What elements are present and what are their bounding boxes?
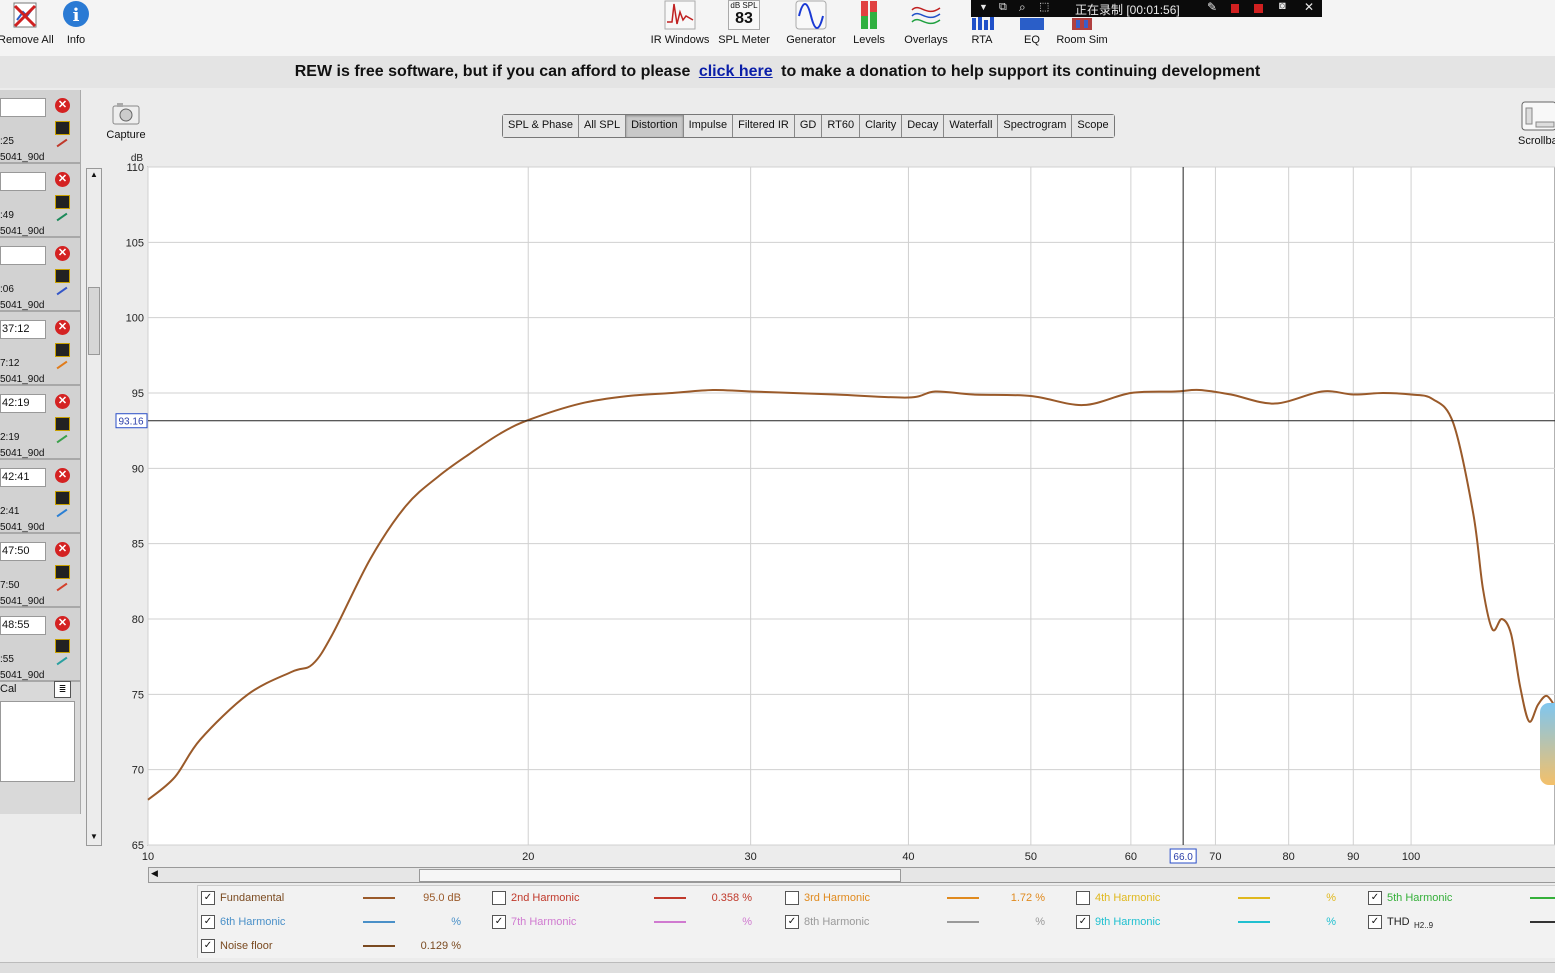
legend-checkbox[interactable]: ✓: [1368, 915, 1382, 929]
legend-name: 3rd Harmonic: [804, 892, 871, 904]
legend-checkbox[interactable]: [785, 891, 799, 905]
legend-item[interactable]: ✓ Noise floor 0.129 %: [201, 936, 486, 956]
legend-checkbox[interactable]: [1076, 891, 1090, 905]
floating-side-widget[interactable]: [1540, 703, 1555, 785]
cursor-y-readout: 93.16: [118, 417, 143, 428]
y-tick-label: 85: [132, 539, 144, 551]
cursor-x-readout: 66.0: [1173, 852, 1193, 863]
legend-value: 1.72 %: [1010, 892, 1045, 904]
y-tick-label: 105: [126, 237, 144, 249]
legend-checkbox[interactable]: ✓: [1368, 891, 1382, 905]
legend-item[interactable]: 2nd Harmonic 0.358 %: [492, 888, 777, 908]
y-tick-label: 100: [126, 313, 144, 325]
legend-value: 0.129 %: [420, 940, 461, 952]
legend-item[interactable]: ✓ 8th Harmonic%: [785, 912, 1070, 932]
plot-area[interactable]: [147, 166, 1555, 846]
graph-horizontal-scrollbar[interactable]: ◀: [148, 867, 1555, 883]
legend-value: %: [1326, 892, 1336, 904]
legend-item[interactable]: ✓ 5th Harmonic: [1368, 888, 1555, 908]
x-tick-label: 90: [1347, 851, 1359, 863]
legend-value: %: [742, 916, 752, 928]
legend-item[interactable]: ✓ 9th Harmonic%: [1076, 912, 1361, 932]
y-tick-label: 110: [126, 162, 144, 174]
x-axis: 10 20 30 40 50 60 70 80 90 100: [142, 851, 1420, 863]
legend-name: Fundamental: [220, 892, 285, 904]
legend-name: THD: [1387, 916, 1410, 928]
scroll-left-icon[interactable]: ◀: [151, 868, 158, 879]
y-tick-label: 90: [132, 463, 144, 475]
x-tick-label: 10: [142, 851, 154, 863]
x-tick-label: 50: [1025, 851, 1037, 863]
legend-subscript: H2..9: [1414, 921, 1434, 930]
legend-line-swatch[interactable]: [1530, 921, 1555, 923]
y-tick-label: 80: [132, 614, 144, 626]
legend-value: %: [451, 916, 461, 928]
legend-checkbox[interactable]: [492, 891, 506, 905]
x-tick-label: 30: [745, 851, 757, 863]
legend-item[interactable]: ✓ 6th Harmonic%: [201, 912, 486, 932]
x-tick-label: 20: [522, 851, 534, 863]
legend-value: %: [1326, 916, 1336, 928]
legend-name: 8th Harmonic: [804, 916, 870, 928]
distortion-graph[interactable]: dB 11010510095908580757065 10 20 30 40 50 60 7…: [0, 0, 1555, 880]
trace-legend: ✓ Fundamental 95.0 dB 2nd Harmonic 0.358 % 3r…: [197, 885, 1555, 958]
legend-name: 9th Harmonic: [1095, 916, 1161, 928]
y-axis: 11010510095908580757065: [126, 162, 144, 852]
y-tick-label: 70: [132, 765, 144, 777]
legend-value: %: [1035, 916, 1045, 928]
x-tick-label: 60: [1125, 851, 1137, 863]
legend-line-swatch[interactable]: [1530, 897, 1555, 899]
legend-name: 5th Harmonic: [1387, 892, 1453, 904]
legend-value: 95.0 dB: [423, 892, 461, 904]
legend-name: 7th Harmonic: [511, 916, 577, 928]
hscroll-thumb[interactable]: [419, 869, 901, 882]
y-tick-label: 95: [132, 388, 144, 400]
legend-item[interactable]: 3rd Harmonic 1.72 %: [785, 888, 1070, 908]
legend-checkbox[interactable]: ✓: [1076, 915, 1090, 929]
x-tick-label: 100: [1402, 851, 1420, 863]
legend-name: 2nd Harmonic: [511, 892, 580, 904]
legend-checkbox[interactable]: ✓: [492, 915, 506, 929]
x-tick-label: 70: [1209, 851, 1221, 863]
y-tick-label: 75: [132, 689, 144, 701]
legend-checkbox[interactable]: ✓: [785, 915, 799, 929]
legend-name: Noise floor: [220, 940, 273, 952]
x-tick-label: 40: [902, 851, 914, 863]
legend-checkbox[interactable]: ✓: [201, 939, 215, 953]
legend-checkbox[interactable]: ✓: [201, 915, 215, 929]
x-tick-label: 80: [1283, 851, 1295, 863]
legend-value: 0.358 %: [711, 892, 752, 904]
legend-item[interactable]: ✓ 7th Harmonic%: [492, 912, 777, 932]
legend-checkbox[interactable]: ✓: [201, 891, 215, 905]
legend-name: 4th Harmonic: [1095, 892, 1161, 904]
legend-item[interactable]: 4th Harmonic%: [1076, 888, 1361, 908]
legend-item[interactable]: ✓ Fundamental 95.0 dB: [201, 888, 486, 908]
legend-item[interactable]: ✓ THD H2..9: [1368, 912, 1555, 932]
status-bar: [0, 962, 1555, 973]
legend-name: 6th Harmonic: [220, 916, 286, 928]
